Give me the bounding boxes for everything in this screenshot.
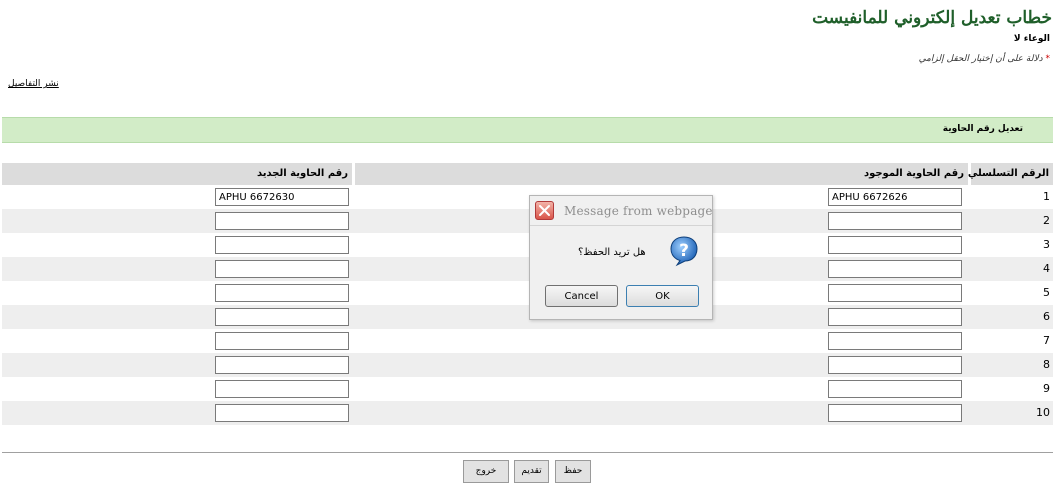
submit-button[interactable]: تقديم xyxy=(514,460,549,483)
section-title: تعديل رقم الحاوية xyxy=(942,124,1023,134)
existing-container-input[interactable] xyxy=(828,332,962,350)
table-row: 7 xyxy=(2,329,1053,353)
serial-number: 8 xyxy=(1043,358,1050,371)
serial-number: 3 xyxy=(1043,238,1050,251)
container-grid: رقم الحاوية الجديد رقم الحاوية الموجود ا… xyxy=(2,163,1053,425)
serial-number: 1 xyxy=(1043,190,1050,203)
dialog-ok-button[interactable]: OK xyxy=(626,285,699,307)
save-button[interactable]: حفظ xyxy=(555,460,591,483)
print-details-link[interactable]: نشر التفاصيل xyxy=(8,79,59,89)
page-title: خطاب تعديل إلكتروني للمانفيست xyxy=(812,8,1052,28)
table-row: 5 xyxy=(2,281,1053,305)
existing-container-input[interactable] xyxy=(828,356,962,374)
new-container-input[interactable] xyxy=(215,212,349,230)
table-row: 6 xyxy=(2,305,1053,329)
existing-container-input[interactable] xyxy=(828,284,962,302)
dialog-titlebar: Message from webpage xyxy=(530,196,713,226)
dialog-cancel-button[interactable]: Cancel xyxy=(545,285,618,307)
serial-number: 4 xyxy=(1043,262,1050,275)
table-row: 2 xyxy=(2,209,1053,233)
existing-container-input[interactable] xyxy=(828,380,962,398)
new-container-input[interactable] xyxy=(215,356,349,374)
section-header: تعديل رقم الحاوية xyxy=(2,117,1053,143)
container-status-label: الوعاء لا xyxy=(1013,34,1050,44)
table-row: 8 xyxy=(2,353,1053,377)
divider xyxy=(2,452,1053,453)
question-icon: ? xyxy=(670,236,698,267)
new-container-input[interactable] xyxy=(215,260,349,278)
new-container-input[interactable] xyxy=(215,308,349,326)
existing-container-input[interactable] xyxy=(828,188,962,206)
close-icon[interactable] xyxy=(535,201,554,220)
serial-number: 10 xyxy=(1036,406,1050,419)
required-star: * xyxy=(1045,54,1051,64)
header-serial: الرقم التسلسلي xyxy=(968,163,1053,185)
serial-number: 7 xyxy=(1043,334,1050,347)
exit-button[interactable]: خروج xyxy=(463,460,509,483)
serial-number: 2 xyxy=(1043,214,1050,227)
new-container-input[interactable] xyxy=(215,404,349,422)
header-existing-container: رقم الحاوية الموجود xyxy=(355,163,968,185)
existing-container-input[interactable] xyxy=(828,404,962,422)
new-container-input[interactable] xyxy=(215,380,349,398)
required-field-note: * دلالة على أن إختيار الحقل إلزامي xyxy=(919,54,1050,64)
new-container-input[interactable] xyxy=(215,188,349,206)
new-container-input[interactable] xyxy=(215,332,349,350)
serial-number: 9 xyxy=(1043,382,1050,395)
header-new-container: رقم الحاوية الجديد xyxy=(2,163,352,185)
table-row: 3 xyxy=(2,233,1053,257)
existing-container-input[interactable] xyxy=(828,236,962,254)
table-row: 10 xyxy=(2,401,1053,425)
table-row: 9 xyxy=(2,377,1053,401)
dialog-title: Message from webpage xyxy=(564,204,713,218)
table-row: 4 xyxy=(2,257,1053,281)
new-container-input[interactable] xyxy=(215,236,349,254)
required-note-text: دلالة على أن إختيار الحقل إلزامي xyxy=(918,54,1043,64)
serial-number: 6 xyxy=(1043,310,1050,323)
serial-number: 5 xyxy=(1043,286,1050,299)
new-container-input[interactable] xyxy=(215,284,349,302)
dialog-message: هل تريد الحفظ؟ xyxy=(578,247,646,258)
grid-body: 1 2 3 4 5 6 7 8 9 10 xyxy=(2,185,1053,425)
message-dialog: Message from webpage هل تريد الحفظ؟ ? Ca… xyxy=(529,195,713,320)
grid-header-row: رقم الحاوية الجديد رقم الحاوية الموجود ا… xyxy=(2,163,1053,185)
existing-container-input[interactable] xyxy=(828,260,962,278)
existing-container-input[interactable] xyxy=(828,308,962,326)
table-row: 1 xyxy=(2,185,1053,209)
existing-container-input[interactable] xyxy=(828,212,962,230)
svg-text:?: ? xyxy=(679,241,689,261)
